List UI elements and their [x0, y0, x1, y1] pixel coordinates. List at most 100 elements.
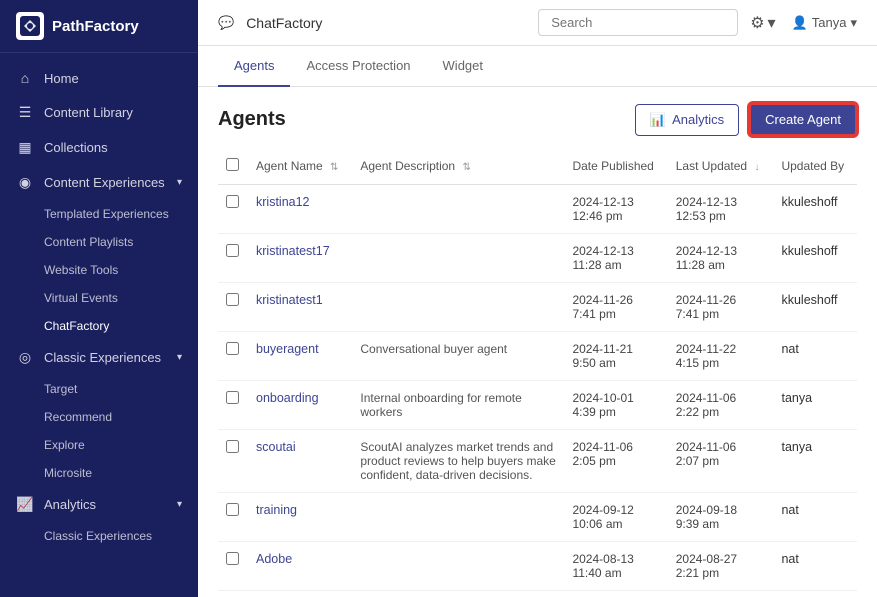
sidebar-item-content-library[interactable]: ☰ Content Library [0, 95, 198, 130]
row-checkbox[interactable] [226, 342, 239, 355]
updated-by-cell: kkuleshoff [773, 283, 857, 332]
tab-widget[interactable]: Widget [427, 46, 499, 87]
row-checkbox[interactable] [226, 391, 239, 404]
date-published-cell: 2024-08-01 10:30 pm [564, 591, 667, 597]
row-checkbox[interactable] [226, 552, 239, 565]
analytics-button[interactable]: 📊 Analytics [635, 104, 739, 136]
last-updated-cell: 2024-12-13 12:53 pm [668, 185, 774, 234]
sidebar-sub-microsite[interactable]: Microsite [0, 459, 198, 487]
sort-icon-last-updated[interactable]: ↓ [754, 162, 759, 173]
sort-icon[interactable]: ⇅ [462, 162, 470, 173]
updated-by-cell: tanya [773, 381, 857, 430]
sidebar-item-label: Classic Experiences [44, 350, 161, 365]
select-all-checkbox[interactable] [226, 158, 239, 171]
sidebar-sub-recommend[interactable]: Recommend [0, 403, 198, 431]
search-input[interactable] [538, 9, 738, 36]
date-published-cell: 2024-12-13 11:28 am [564, 234, 667, 283]
sidebar-sub-virtual-events[interactable]: Virtual Events [0, 284, 198, 312]
sidebar-sub-explore[interactable]: Explore [0, 431, 198, 459]
date-published-cell: 2024-11-06 2:05 pm [564, 430, 667, 493]
agent-name-cell: kristinatest1 [248, 283, 352, 332]
page-header: Agents 📊 Analytics Create Agent [198, 87, 877, 148]
sidebar: PathFactory ⌂ Home ☰ Content Library ▦ C… [0, 0, 198, 597]
row-checkbox[interactable] [226, 195, 239, 208]
date-published-cell: 2024-11-26 7:41 pm [564, 283, 667, 332]
chevron-down-icon: ▾ [177, 352, 182, 363]
header-actions: 📊 Analytics Create Agent [635, 103, 857, 136]
topbar-actions: ⚙ ▾ 👤 Tanya ▾ [750, 13, 857, 33]
sidebar-sub-website-tools[interactable]: Website Tools [0, 256, 198, 284]
settings-button[interactable]: ⚙ ▾ [750, 13, 775, 33]
date-published-cell: 2024-12-13 12:46 pm [564, 185, 667, 234]
agent-name-cell: Adobe [248, 542, 352, 591]
sidebar-sub-target[interactable]: Target [0, 375, 198, 403]
table-row: buyeragent Conversational buyer agent 20… [218, 332, 857, 381]
gear-icon: ⚙ [750, 13, 764, 33]
sidebar-item-label: Content Library [44, 105, 133, 120]
col-agent-name: Agent Name ⇅ [248, 148, 352, 185]
last-updated-cell: 2024-09-18 9:39 am [668, 493, 774, 542]
table-row: scoutai ScoutAI analyzes market trends a… [218, 430, 857, 493]
col-last-updated: Last Updated ↓ [668, 148, 774, 185]
last-updated-cell: 2024-08-13 9:22 am [668, 591, 774, 597]
row-checkbox[interactable] [226, 503, 239, 516]
agent-desc-cell [352, 493, 564, 542]
sidebar-item-label: Home [44, 71, 79, 86]
date-published-cell: 2024-08-13 11:40 am [564, 542, 667, 591]
last-updated-cell: 2024-11-26 7:41 pm [668, 283, 774, 332]
last-updated-cell: 2024-11-06 2:22 pm [668, 381, 774, 430]
sidebar-sub-classic-exp-analytics[interactable]: Classic Experiences [0, 522, 198, 550]
create-agent-button[interactable]: Create Agent [749, 103, 857, 136]
table-row: training 2024-09-12 10:06 am 2024-09-18 … [218, 493, 857, 542]
logo-text: PathFactory [52, 18, 139, 35]
logo-icon [16, 12, 44, 40]
agent-desc-cell [352, 283, 564, 332]
user-menu[interactable]: 👤 Tanya ▾ [792, 15, 857, 31]
user-name: Tanya [812, 15, 847, 30]
sidebar-logo: PathFactory [0, 0, 198, 53]
chart-icon: 📊 [650, 112, 666, 128]
last-updated-cell: 2024-12-13 11:28 am [668, 234, 774, 283]
tabs-nav: Agents Access Protection Widget [198, 46, 877, 87]
agents-table: Agent Name ⇅ Agent Description ⇅ Date Pu… [218, 148, 857, 597]
chevron-down-icon: ▾ [768, 13, 776, 33]
topbar-title: ChatFactory [246, 15, 322, 31]
sidebar-item-content-experiences[interactable]: ◉ Content Experiences ▾ [0, 165, 198, 200]
analytics-icon: 📈 [16, 496, 34, 513]
sidebar-sub-chatfactory[interactable]: ChatFactory [0, 312, 198, 340]
sort-icon[interactable]: ⇅ [330, 162, 338, 173]
table-row: kristinatest1 2024-11-26 7:41 pm 2024-11… [218, 283, 857, 332]
agent-name-cell: VisionScale [248, 591, 352, 597]
tab-agents[interactable]: Agents [218, 46, 290, 87]
col-agent-desc: Agent Description ⇅ [352, 148, 564, 185]
chevron-down-icon: ▾ [177, 177, 182, 188]
row-checkbox[interactable] [226, 293, 239, 306]
row-checkbox[interactable] [226, 440, 239, 453]
last-updated-cell: 2024-11-22 4:15 pm [668, 332, 774, 381]
sidebar-item-home[interactable]: ⌂ Home [0, 61, 198, 95]
updated-by-cell: tanya [773, 430, 857, 493]
user-icon: 👤 [792, 15, 808, 31]
agent-name-cell: onboarding [248, 381, 352, 430]
col-date-published: Date Published [564, 148, 667, 185]
table-row: kristinatest17 2024-12-13 11:28 am 2024-… [218, 234, 857, 283]
table-row: onboarding Internal onboarding for remot… [218, 381, 857, 430]
sidebar-sub-templated[interactable]: Templated Experiences [0, 200, 198, 228]
agent-desc-cell: ScoutAI analyzes market trends and produ… [352, 430, 564, 493]
main-content: 💬 ChatFactory ⚙ ▾ 👤 Tanya ▾ Agents Acces… [198, 0, 877, 597]
agent-name-cell: buyeragent [248, 332, 352, 381]
agent-name-cell: scoutai [248, 430, 352, 493]
sidebar-item-label: Content Experiences [44, 175, 165, 190]
search-container [538, 9, 738, 36]
updated-by-cell: nat [773, 542, 857, 591]
sidebar-item-classic-experiences[interactable]: ◎ Classic Experiences ▾ [0, 340, 198, 375]
sidebar-item-analytics[interactable]: 📈 Analytics ▾ [0, 487, 198, 522]
sidebar-sub-playlists[interactable]: Content Playlists [0, 228, 198, 256]
agent-desc-cell [352, 234, 564, 283]
table-row: VisionScale 2024-08-01 10:30 pm 2024-08-… [218, 591, 857, 597]
row-checkbox[interactable] [226, 244, 239, 257]
sidebar-item-label: Collections [44, 140, 108, 155]
tab-access-protection[interactable]: Access Protection [290, 46, 426, 87]
col-updated-by: Updated By [773, 148, 857, 185]
sidebar-item-collections[interactable]: ▦ Collections [0, 130, 198, 165]
